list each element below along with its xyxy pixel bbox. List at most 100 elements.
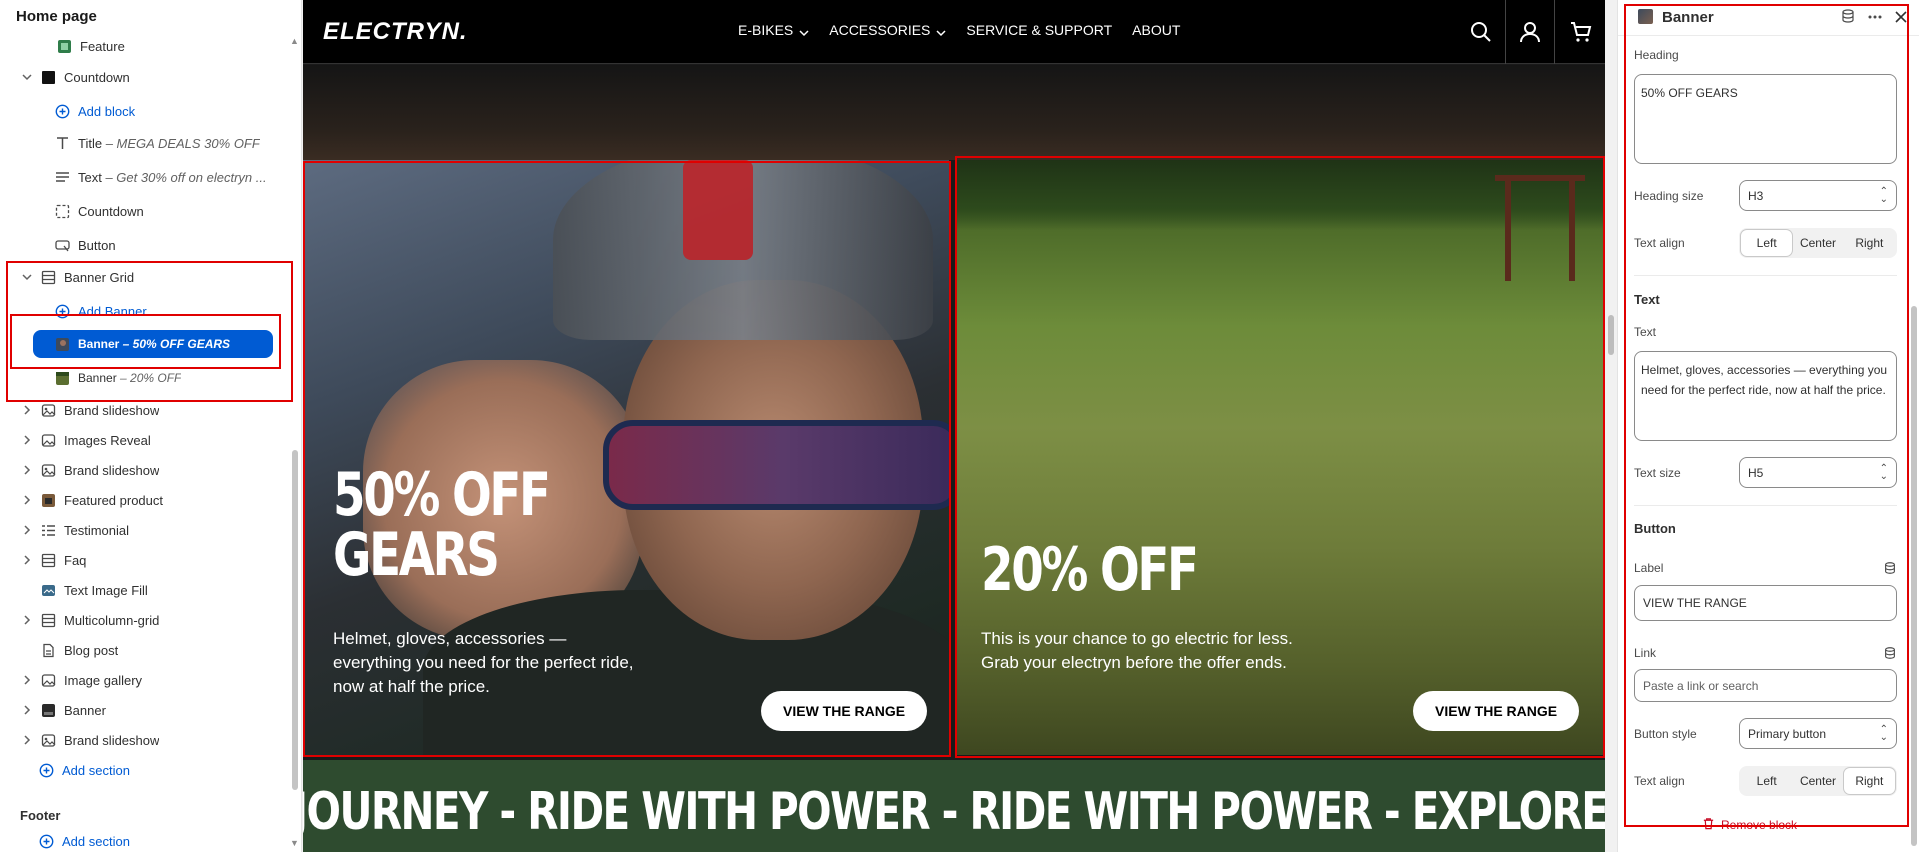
close-icon[interactable] bbox=[1892, 8, 1910, 26]
sidebar-block-countdown[interactable]: Countdown bbox=[0, 196, 292, 226]
store-logo[interactable]: ELECTRYN. bbox=[323, 18, 468, 46]
chevron-right-icon[interactable] bbox=[21, 614, 33, 626]
sidebar-item-brand-slideshow[interactable]: Brand slideshow bbox=[0, 395, 292, 425]
sidebar-block-text[interactable]: Text – Get 30% off on electryn ... bbox=[0, 162, 292, 192]
banner-icon bbox=[41, 703, 56, 718]
sidebar-item-text-image-fill[interactable]: Text Image Fill bbox=[0, 575, 292, 605]
add-section-button[interactable]: Add section bbox=[0, 755, 292, 785]
button-label-input[interactable]: VIEW THE RANGE bbox=[1634, 585, 1897, 621]
sidebar-item-feature[interactable]: Feature bbox=[0, 31, 292, 61]
section-icon bbox=[41, 70, 56, 85]
sidebar-item-sublabel: – MEGA DEALS 30% OFF bbox=[102, 135, 260, 151]
search-icon[interactable] bbox=[1455, 0, 1505, 64]
sidebar-item-image-gallery[interactable]: Image gallery bbox=[0, 665, 292, 695]
sidebar-item-testimonial[interactable]: Testimonial bbox=[0, 515, 292, 545]
heading-align-segmented: Left Center Right bbox=[1739, 228, 1897, 258]
sidebar-block-banner[interactable]: Banner – 20% OFF bbox=[0, 363, 292, 393]
heading-size-select[interactable]: H3 ⌃ ⌄ bbox=[1739, 180, 1897, 211]
chevron-down-icon[interactable] bbox=[21, 271, 33, 283]
banner-heading: 50% OFF GEARS bbox=[333, 465, 551, 585]
sidebar-item-label: Banner bbox=[64, 702, 106, 718]
menu-item-service-support[interactable]: SERVICE & SUPPORT bbox=[966, 22, 1112, 38]
marquee-text: JOURNEY - RIDE WITH POWER - RIDE WITH PO… bbox=[303, 782, 1605, 842]
add-block-button[interactable]: Add block bbox=[0, 96, 292, 126]
add-circle-icon bbox=[39, 763, 54, 778]
sidebar-title: Home page bbox=[16, 8, 97, 25]
button-style-select[interactable]: Primary button ⌃ ⌄ bbox=[1739, 718, 1897, 749]
panel-scrollbar[interactable] bbox=[1909, 36, 1919, 852]
preview-scrollbar[interactable] bbox=[1605, 0, 1617, 852]
account-icon[interactable] bbox=[1505, 0, 1555, 64]
menu-item-accessories[interactable]: ACCESSORIES bbox=[829, 22, 946, 38]
view-the-range-button[interactable]: VIEW THE RANGE bbox=[1413, 691, 1580, 731]
sidebar-item-faq[interactable]: Faq bbox=[0, 545, 292, 575]
remove-block-button[interactable]: Remove block bbox=[1702, 817, 1797, 833]
add-banner-button[interactable]: Add Banner bbox=[0, 296, 292, 326]
chevron-right-icon[interactable] bbox=[21, 554, 33, 566]
dynamic-source-icon[interactable] bbox=[1883, 646, 1897, 660]
align-center-option[interactable]: Center bbox=[1792, 230, 1843, 256]
view-the-range-button[interactable]: VIEW THE RANGE bbox=[761, 691, 928, 731]
text-size-select[interactable]: H5 ⌃ ⌄ bbox=[1739, 457, 1897, 488]
chevron-right-icon[interactable] bbox=[21, 434, 33, 446]
chevron-right-icon[interactable] bbox=[21, 674, 33, 686]
grid-icon bbox=[41, 613, 56, 628]
sidebar-block-banner-selected[interactable]: Banner – 50% OFF GEARS bbox=[33, 330, 273, 358]
align-center-option[interactable]: Center bbox=[1792, 768, 1843, 794]
menu-item-about[interactable]: ABOUT bbox=[1132, 22, 1180, 38]
block-settings-panel: Banner Heading 50% OFF GEARS Heading siz… bbox=[1617, 0, 1919, 852]
sidebar-item-countdown-section[interactable]: Countdown bbox=[0, 62, 292, 92]
panel-header: Banner bbox=[1618, 0, 1919, 36]
sidebar-block-title[interactable]: Title – MEGA DEALS 30% OFF bbox=[0, 128, 292, 158]
sidebar-item-label: Add block bbox=[78, 103, 136, 119]
dynamic-source-icon[interactable] bbox=[1883, 561, 1897, 575]
sidebar-item-brand-slideshow[interactable]: Brand slideshow bbox=[0, 725, 292, 755]
scrollbar-thumb[interactable] bbox=[1608, 315, 1614, 355]
chevron-down-icon[interactable] bbox=[21, 71, 33, 83]
select-value: H3 bbox=[1748, 188, 1764, 203]
sidebar-item-images-reveal[interactable]: Images Reveal bbox=[0, 425, 292, 455]
select-arrows-icon: ⌃ ⌄ bbox=[1879, 185, 1888, 205]
sidebar-item-banner[interactable]: Banner bbox=[0, 695, 292, 725]
sidebar-item-label: Countdown bbox=[64, 69, 130, 85]
sidebar-item-featured-product[interactable]: Featured product bbox=[0, 485, 292, 515]
main-menu: E-BIKES ACCESSORIES SERVICE & SUPPORT AB… bbox=[738, 22, 1180, 38]
align-left-option[interactable]: Left bbox=[1741, 230, 1793, 256]
scrollbar-thumb[interactable] bbox=[1911, 306, 1917, 846]
text-textarea[interactable]: Helmet, gloves, accessories — everything… bbox=[1634, 351, 1897, 441]
more-options-icon[interactable] bbox=[1866, 8, 1884, 26]
chevron-right-icon[interactable] bbox=[21, 704, 33, 716]
align-left-option[interactable]: Left bbox=[1741, 768, 1792, 794]
text-icon bbox=[55, 136, 70, 151]
sidebar-item-blog-post[interactable]: Blog post bbox=[0, 635, 292, 665]
image-thumb-icon bbox=[55, 371, 70, 386]
banner-20-off[interactable]: 20% OFF This is your chance to go electr… bbox=[957, 160, 1605, 755]
scroll-down-arrow-icon[interactable]: ▼ bbox=[290, 838, 299, 848]
sidebar-item-multicolumn-grid[interactable]: Multicolumn-grid bbox=[0, 605, 292, 635]
chevron-right-icon[interactable] bbox=[21, 524, 33, 536]
align-right-option[interactable]: Right bbox=[1844, 230, 1895, 256]
sidebar-item-brand-slideshow[interactable]: Brand slideshow bbox=[0, 455, 292, 485]
cart-icon[interactable] bbox=[1555, 0, 1605, 64]
menu-item-e-bikes[interactable]: E-BIKES bbox=[738, 22, 809, 38]
chevron-right-icon[interactable] bbox=[21, 404, 33, 416]
slideshow-icon bbox=[41, 463, 56, 478]
chevron-right-icon[interactable] bbox=[21, 734, 33, 746]
chevron-right-icon[interactable] bbox=[21, 464, 33, 476]
link-input[interactable]: Paste a link or search bbox=[1634, 669, 1897, 702]
banner-50-off-gears[interactable]: 50% OFF GEARS Helmet, gloves, accessorie… bbox=[303, 160, 949, 755]
align-right-option[interactable]: Right bbox=[1843, 768, 1895, 794]
sidebar-item-label: Button bbox=[78, 237, 116, 253]
scroll-up-arrow-icon[interactable]: ▲ bbox=[290, 36, 299, 46]
paragraph-icon bbox=[55, 170, 70, 185]
footer-add-section-button[interactable]: Add section bbox=[0, 830, 292, 852]
chevron-right-icon[interactable] bbox=[21, 494, 33, 506]
storefront-preview: ELECTRYN. E-BIKES ACCESSORIES SERVICE & … bbox=[303, 0, 1605, 852]
sidebar-item-label: Images Reveal bbox=[64, 432, 151, 448]
sidebar-scrollbar[interactable]: ▲ ▼ bbox=[289, 30, 301, 848]
sidebar-block-button[interactable]: Button bbox=[0, 230, 292, 260]
database-icon[interactable] bbox=[1840, 8, 1858, 26]
heading-textarea[interactable]: 50% OFF GEARS bbox=[1634, 74, 1897, 164]
sidebar-item-banner-grid[interactable]: Banner Grid bbox=[0, 262, 292, 292]
scrollbar-thumb[interactable] bbox=[292, 450, 298, 790]
